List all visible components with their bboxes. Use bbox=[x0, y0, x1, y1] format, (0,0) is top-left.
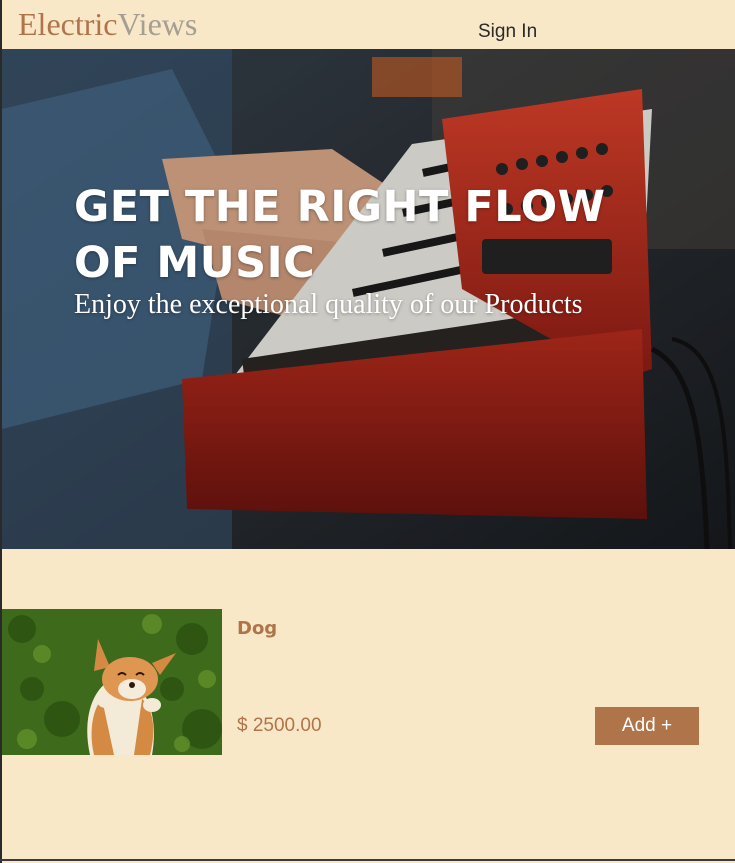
brand-logo[interactable]: ElectricViews bbox=[18, 5, 197, 43]
product-price: $ 2500.00 bbox=[237, 715, 322, 736]
corgi-photo bbox=[2, 609, 222, 755]
add-to-cart-button[interactable]: Add + bbox=[595, 707, 699, 745]
hero-subtitle: Enjoy the exceptional quality of our Pro… bbox=[74, 289, 583, 320]
product-image[interactable] bbox=[2, 609, 222, 755]
product-name[interactable]: Dog bbox=[237, 618, 277, 639]
product-card: Dog $ 2500.00 Add + bbox=[2, 609, 735, 755]
page-border-bottom bbox=[0, 859, 735, 861]
hero-banner: GET THE RIGHT FLOW OF MUSIC Enjoy the ex… bbox=[2, 49, 735, 549]
navbar: ElectricViews Sign In bbox=[2, 0, 735, 49]
sign-in-link[interactable]: Sign In bbox=[478, 21, 537, 43]
hero-title: GET THE RIGHT FLOW OF MUSIC bbox=[74, 182, 606, 288]
brand-logo-part2: Views bbox=[117, 6, 198, 42]
brand-logo-part1: Electric bbox=[18, 6, 118, 42]
